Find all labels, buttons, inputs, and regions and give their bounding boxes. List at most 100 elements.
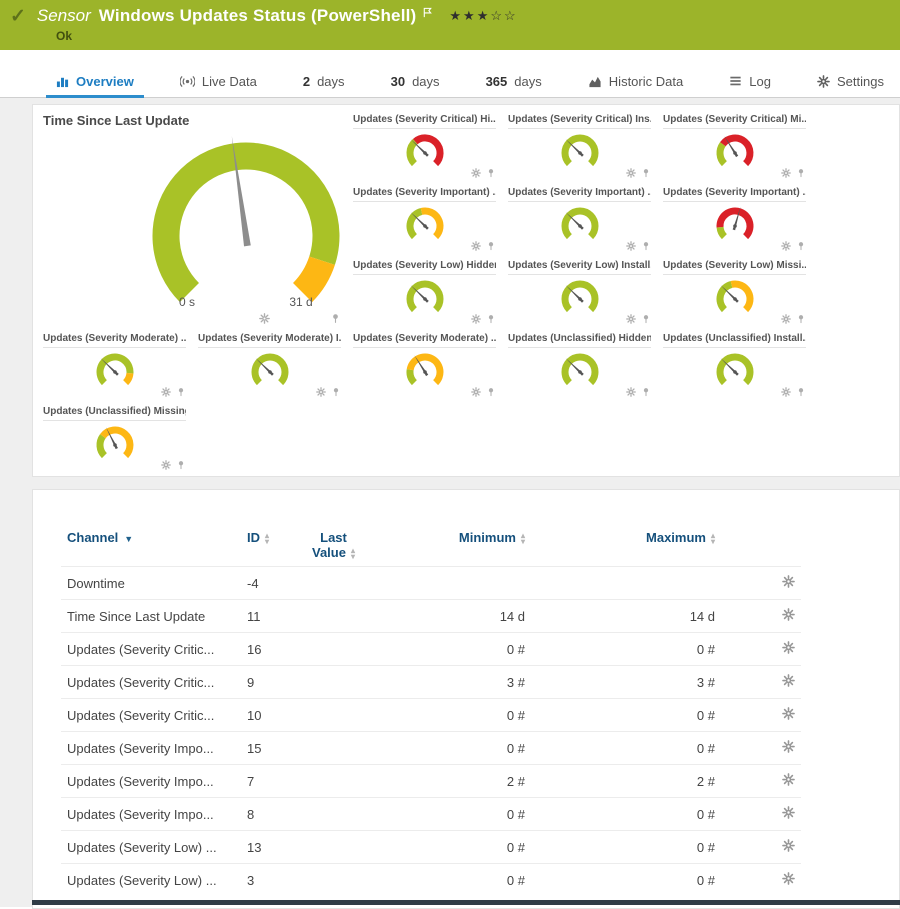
priority-flag-icon[interactable]	[422, 7, 433, 18]
gauge-settings-icon[interactable]	[781, 239, 791, 251]
mini-gauge	[398, 277, 452, 319]
channel-settings-icon[interactable]	[782, 575, 795, 588]
channel-name-link[interactable]: Updates (Severity Critic...	[61, 699, 241, 732]
mini-gauge-cell: Updates (Severity Important) ...	[661, 182, 816, 255]
gauge-settings-icon[interactable]	[781, 312, 791, 324]
mini-gauge	[398, 131, 452, 173]
channel-settings-icon[interactable]	[782, 839, 795, 852]
gauge-settings-icon[interactable]	[626, 166, 636, 178]
gauge-settings-icon[interactable]	[161, 385, 171, 397]
gauge-pin-icon[interactable]	[796, 166, 806, 178]
gauge-pin-icon[interactable]	[486, 166, 496, 178]
gauge-settings-icon[interactable]	[204, 313, 270, 324]
gauge-pin-icon[interactable]	[486, 385, 496, 397]
channel-minimum: 0 #	[371, 831, 531, 864]
gauge-pin-icon[interactable]	[641, 239, 651, 251]
gauge-pin-icon[interactable]	[176, 385, 186, 397]
gauge-actions	[471, 239, 496, 251]
gauge-pin-icon[interactable]	[176, 458, 186, 470]
priority-stars[interactable]: ★★★☆☆	[449, 8, 517, 24]
gauge-settings-icon[interactable]	[161, 458, 171, 470]
channel-name-link[interactable]: Updates (Severity Low) ...	[61, 831, 241, 864]
channel-minimum: 14 d	[371, 600, 531, 633]
tab-365-days[interactable]: 365days	[476, 67, 552, 98]
channel-name-link[interactable]: Updates (Severity Impo...	[61, 765, 241, 798]
gauge-settings-icon[interactable]	[471, 312, 481, 324]
channel-settings-icon[interactable]	[782, 740, 795, 753]
channel-name-link[interactable]: Time Since Last Update	[61, 600, 241, 633]
gauge-settings-icon[interactable]	[626, 385, 636, 397]
tab-log[interactable]: Log	[719, 67, 781, 98]
channel-settings-icon[interactable]	[782, 608, 795, 621]
channel-maximum: 0 #	[531, 633, 721, 666]
gauge-settings-icon[interactable]	[471, 385, 481, 397]
col-header-minimum[interactable]: Minimum▴▾	[371, 524, 531, 567]
gauge-actions	[471, 166, 496, 178]
tab-overview[interactable]: Overview	[46, 67, 144, 98]
channel-name-link[interactable]: Updates (Severity Impo...	[61, 798, 241, 831]
main-gauge-title: Time Since Last Update	[41, 109, 351, 128]
channel-maximum: 0 #	[531, 699, 721, 732]
mini-gauge	[553, 350, 607, 392]
gauge-pin-icon[interactable]	[796, 239, 806, 251]
gauge-pin-icon[interactable]	[641, 312, 651, 324]
gauge-min-label: 0 s	[165, 295, 209, 309]
channel-minimum: 2 #	[371, 765, 531, 798]
tab-label: Overview	[76, 74, 134, 89]
gauge-settings-icon[interactable]	[316, 385, 326, 397]
channel-minimum: 3 #	[371, 666, 531, 699]
mini-gauge-title: Updates (Severity Important) ...	[353, 182, 496, 202]
gauge-pin-icon[interactable]	[796, 312, 806, 324]
mini-gauge-title: Updates (Unclassified) Install...	[663, 328, 806, 348]
channel-name-link[interactable]: Updates (Severity Critic...	[61, 633, 241, 666]
gauge-settings-icon[interactable]	[626, 239, 636, 251]
gauge-pin-icon[interactable]	[486, 239, 496, 251]
col-header-channel[interactable]: Channel▼	[61, 524, 241, 567]
tab-live-data[interactable]: Live Data	[170, 67, 267, 98]
channel-settings-icon[interactable]	[782, 674, 795, 687]
tab-label: Historic Data	[609, 74, 683, 89]
gauge-settings-icon[interactable]	[471, 239, 481, 251]
col-header-maximum[interactable]: Maximum▴▾	[531, 524, 721, 567]
channel-name-link[interactable]: Updates (Severity Critic...	[61, 666, 241, 699]
gauge-settings-icon[interactable]	[626, 312, 636, 324]
gauge-actions	[626, 239, 651, 251]
gauge-pin-icon[interactable]	[641, 166, 651, 178]
channel-settings-icon[interactable]	[782, 806, 795, 819]
channel-name-link[interactable]: Downtime	[61, 567, 241, 600]
tab-settings[interactable]: Settings	[807, 67, 894, 98]
tab-30-days[interactable]: 30days	[381, 67, 450, 98]
stars-empty: ☆☆	[490, 8, 517, 23]
channel-settings-icon[interactable]	[782, 872, 795, 885]
tab-label: Settings	[837, 74, 884, 89]
tab-2-days[interactable]: 2days	[293, 67, 355, 98]
channel-name-link[interactable]: Updates (Severity Low) ...	[61, 864, 241, 897]
mini-gauge	[708, 277, 762, 319]
gauge-settings-icon[interactable]	[781, 166, 791, 178]
mini-gauge	[88, 423, 142, 465]
gauge-pin-icon[interactable]	[486, 312, 496, 324]
channel-settings-icon[interactable]	[782, 641, 795, 654]
gauge-settings-icon[interactable]	[471, 166, 481, 178]
channel-id: 13	[241, 831, 296, 864]
mini-gauge-title: Updates (Severity Low) Missi...	[663, 255, 806, 275]
sort-both-icon: ▴▾	[265, 533, 269, 545]
table-row: Downtime -4	[61, 567, 801, 600]
col-header-maximum-label: Maximum	[646, 530, 706, 545]
gauge-settings-icon[interactable]	[781, 385, 791, 397]
channel-maximum: 0 #	[531, 798, 721, 831]
col-header-last-value[interactable]: Last Value▴▾	[296, 524, 371, 567]
gauge-pin-icon[interactable]	[275, 313, 341, 324]
gauge-pin-icon[interactable]	[331, 385, 341, 397]
mini-gauge-title: Updates (Unclassified) Hidden	[508, 328, 651, 348]
gauge-pin-icon[interactable]	[796, 385, 806, 397]
channel-settings-icon[interactable]	[782, 773, 795, 786]
channel-name-link[interactable]: Updates (Severity Impo...	[61, 732, 241, 765]
mini-gauge-title: Updates (Severity Critical) Mi...	[663, 109, 806, 129]
tab-historic-data[interactable]: Historic Data	[578, 67, 693, 98]
gauge-pin-icon[interactable]	[641, 385, 651, 397]
channel-settings-icon[interactable]	[782, 707, 795, 720]
col-header-id[interactable]: ID▴▾	[241, 524, 296, 567]
mini-gauge-title: Updates (Severity Moderate) ...	[353, 328, 496, 348]
gauge-actions	[781, 312, 806, 324]
